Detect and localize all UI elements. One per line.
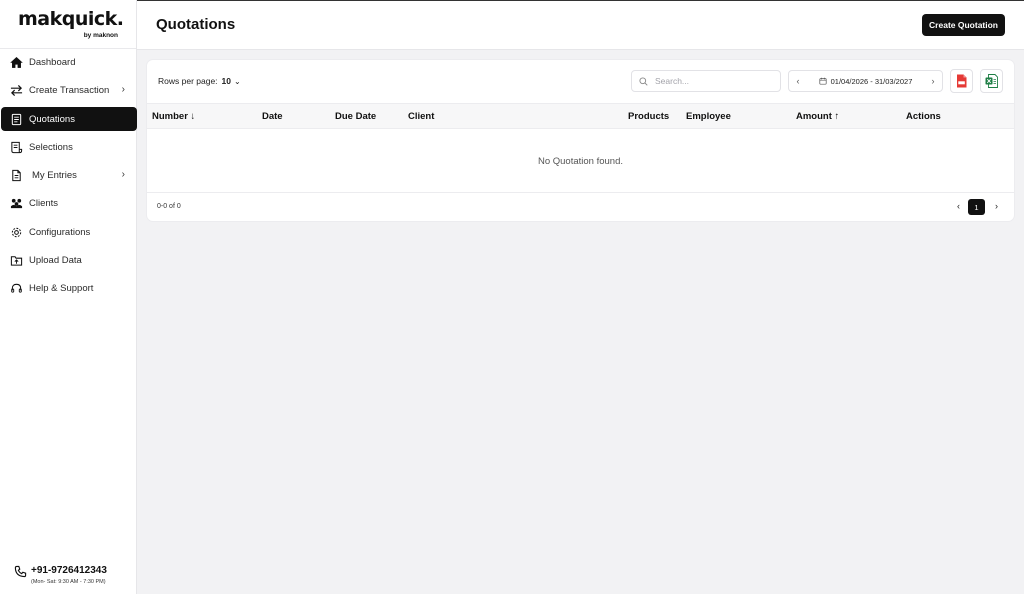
document-list-icon: [9, 112, 23, 126]
column-number[interactable]: Number ↓: [152, 111, 195, 122]
sidebar-divider: [0, 48, 136, 49]
page-prev-button[interactable]: ‹: [957, 201, 960, 211]
quotations-table-card: Rows per page: 10 ⌄ ‹ 01/04/2026 - 31/03…: [147, 60, 1014, 221]
create-quotation-button[interactable]: Create Quotation: [922, 14, 1005, 36]
support-hours: (Mon- Sat: 9:30 AM - 7:30 PM): [31, 579, 106, 585]
date-prev-button[interactable]: ‹: [789, 76, 807, 86]
transfer-arrows-icon: [9, 83, 23, 97]
gear-icon: [9, 225, 23, 239]
column-products[interactable]: Products: [628, 111, 669, 122]
export-pdf-button[interactable]: [950, 69, 973, 93]
column-date[interactable]: Date: [262, 111, 283, 122]
page-number-current[interactable]: 1: [968, 199, 985, 215]
headset-icon: [9, 281, 23, 295]
rows-per-page-label: Rows per page:: [158, 76, 218, 86]
sidebar-item-label: Dashboard: [29, 56, 76, 68]
sidebar-item-dashboard[interactable]: Dashboard: [1, 50, 137, 74]
column-actions: Actions: [906, 111, 941, 122]
date-range-text: 01/04/2026 - 31/03/2027: [830, 76, 913, 86]
export-excel-button[interactable]: [980, 69, 1003, 93]
chevron-right-icon: ›: [121, 84, 125, 95]
column-amount[interactable]: Amount ↑: [796, 111, 839, 122]
column-due-date[interactable]: Due Date: [335, 111, 376, 122]
brand-name: makquick.: [18, 8, 124, 30]
sidebar-item-create-transaction[interactable]: Create Transaction ›: [1, 78, 137, 102]
sidebar-item-upload-data[interactable]: Upload Data: [1, 248, 137, 272]
sidebar-item-label: Clients: [29, 197, 59, 209]
sidebar-item-quotations[interactable]: Quotations: [1, 107, 137, 131]
date-range-display[interactable]: 01/04/2026 - 31/03/2027: [807, 77, 924, 86]
rows-per-page[interactable]: Rows per page: 10 ⌄: [158, 76, 241, 86]
chevron-right-icon: ›: [121, 169, 125, 180]
table-footer: 0-0 of 0 ‹ 1 ›: [147, 192, 1014, 221]
file-text-icon: [9, 168, 23, 182]
sidebar-item-label: Help & Support: [29, 282, 94, 294]
sidebar-item-selections[interactable]: Selections: [1, 135, 137, 159]
sidebar-item-configurations[interactable]: Configurations: [1, 220, 137, 244]
sidebar-item-label: Configurations: [29, 226, 91, 238]
page-title: Quotations: [156, 16, 236, 33]
pagination-range: 0-0 of 0: [157, 203, 181, 210]
chevron-down-icon: ⌄: [234, 76, 241, 86]
support-contact[interactable]: +91-9726412343 (Mon- Sat: 9:30 AM - 7:30…: [14, 564, 134, 588]
table-header: Number ↓ Date Due Date Client Products E…: [147, 103, 1014, 129]
sidebar-item-my-entries[interactable]: My Entries ›: [1, 163, 137, 187]
date-range-picker[interactable]: ‹ 01/04/2026 - 31/03/2027 ›: [788, 70, 943, 92]
sidebar-item-label: Upload Data: [29, 254, 82, 266]
sidebar: makquick. by maknon Dashboard Create Tra…: [0, 0, 137, 594]
search-input[interactable]: [655, 76, 765, 86]
sidebar-item-label: Selections: [29, 141, 73, 153]
receipt-icon: [9, 140, 23, 154]
page-next-button[interactable]: ›: [995, 201, 998, 211]
rows-per-page-value: 10: [221, 76, 232, 86]
sidebar-item-label: My Entries: [32, 169, 77, 181]
calendar-icon: [819, 77, 827, 85]
empty-state-message: No Quotation found.: [537, 155, 624, 167]
column-client[interactable]: Client: [408, 111, 434, 122]
pdf-file-icon: [957, 74, 967, 88]
column-employee[interactable]: Employee: [686, 111, 731, 122]
brand-logo[interactable]: makquick. by maknon: [18, 8, 124, 44]
sidebar-item-label: Create Transaction: [29, 84, 110, 96]
date-next-button[interactable]: ›: [924, 76, 942, 86]
brand-tagline: by maknon: [83, 32, 118, 39]
users-icon: [9, 196, 23, 210]
sidebar-item-clients[interactable]: Clients: [1, 191, 137, 215]
excel-file-icon: [985, 74, 998, 88]
upload-folder-icon: [9, 253, 23, 267]
search-icon: [639, 76, 648, 86]
phone-icon: [14, 565, 27, 578]
home-icon: [9, 55, 23, 69]
support-phone: +91-9726412343: [31, 565, 107, 576]
sidebar-item-label: Quotations: [29, 113, 75, 125]
page-header: Quotations Create Quotation: [137, 0, 1024, 50]
search-box[interactable]: [631, 70, 781, 92]
sidebar-item-help-support[interactable]: Help & Support: [1, 276, 137, 300]
